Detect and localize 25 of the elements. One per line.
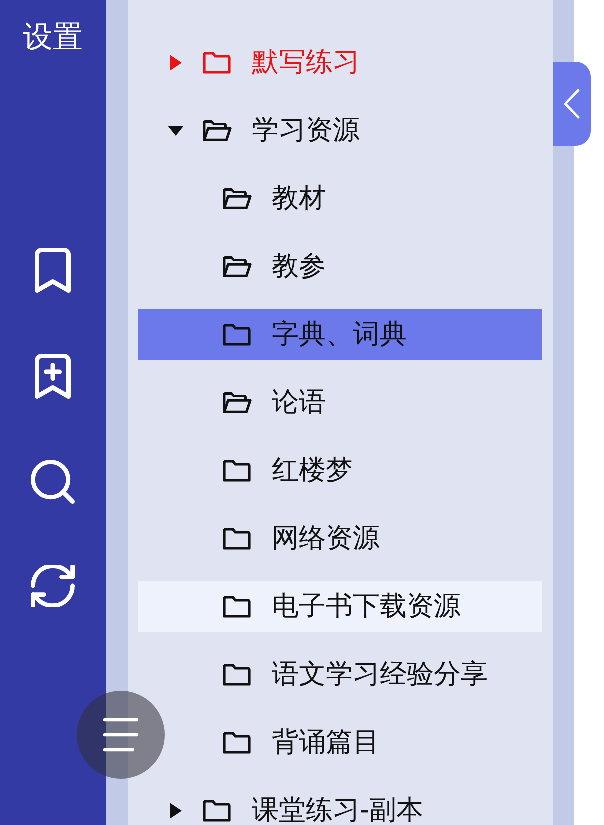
tree-item[interactable]: 字典、词典 [138,309,542,360]
tree-item[interactable]: 红楼梦 [138,445,542,496]
chevron-left-icon [564,89,580,119]
tree-item[interactable]: 教参 [138,241,542,292]
folder-icon [203,52,231,74]
caret-down-icon[interactable] [168,126,184,136]
tree-item[interactable]: 默写练习 [138,37,542,88]
caret-right-icon[interactable] [170,802,182,818]
settings-label[interactable]: 设置 [23,21,83,55]
tree-item[interactable]: 论语 [138,377,542,428]
tree-item[interactable]: 教材 [138,173,542,224]
tree-item[interactable]: 课堂练习-副本 [138,785,542,825]
tree-item[interactable]: 背诵篇目 [138,717,542,768]
tree-item[interactable]: 语文学习经验分享 [138,649,542,700]
tree-item[interactable]: 电子书下载资源 [138,581,542,632]
refresh-icon[interactable] [31,565,75,607]
collapse-tab[interactable] [553,62,591,146]
tree-item[interactable]: 网络资源 [138,513,542,564]
menu-icon [103,718,139,752]
bookmark-icon[interactable] [35,248,71,293]
bookmark-plus-icon[interactable] [35,354,71,399]
tree-item[interactable]: 学习资源 [138,105,542,156]
folder-open-icon [203,120,232,142]
folder-icon [203,800,231,822]
search-icon[interactable] [31,460,75,504]
